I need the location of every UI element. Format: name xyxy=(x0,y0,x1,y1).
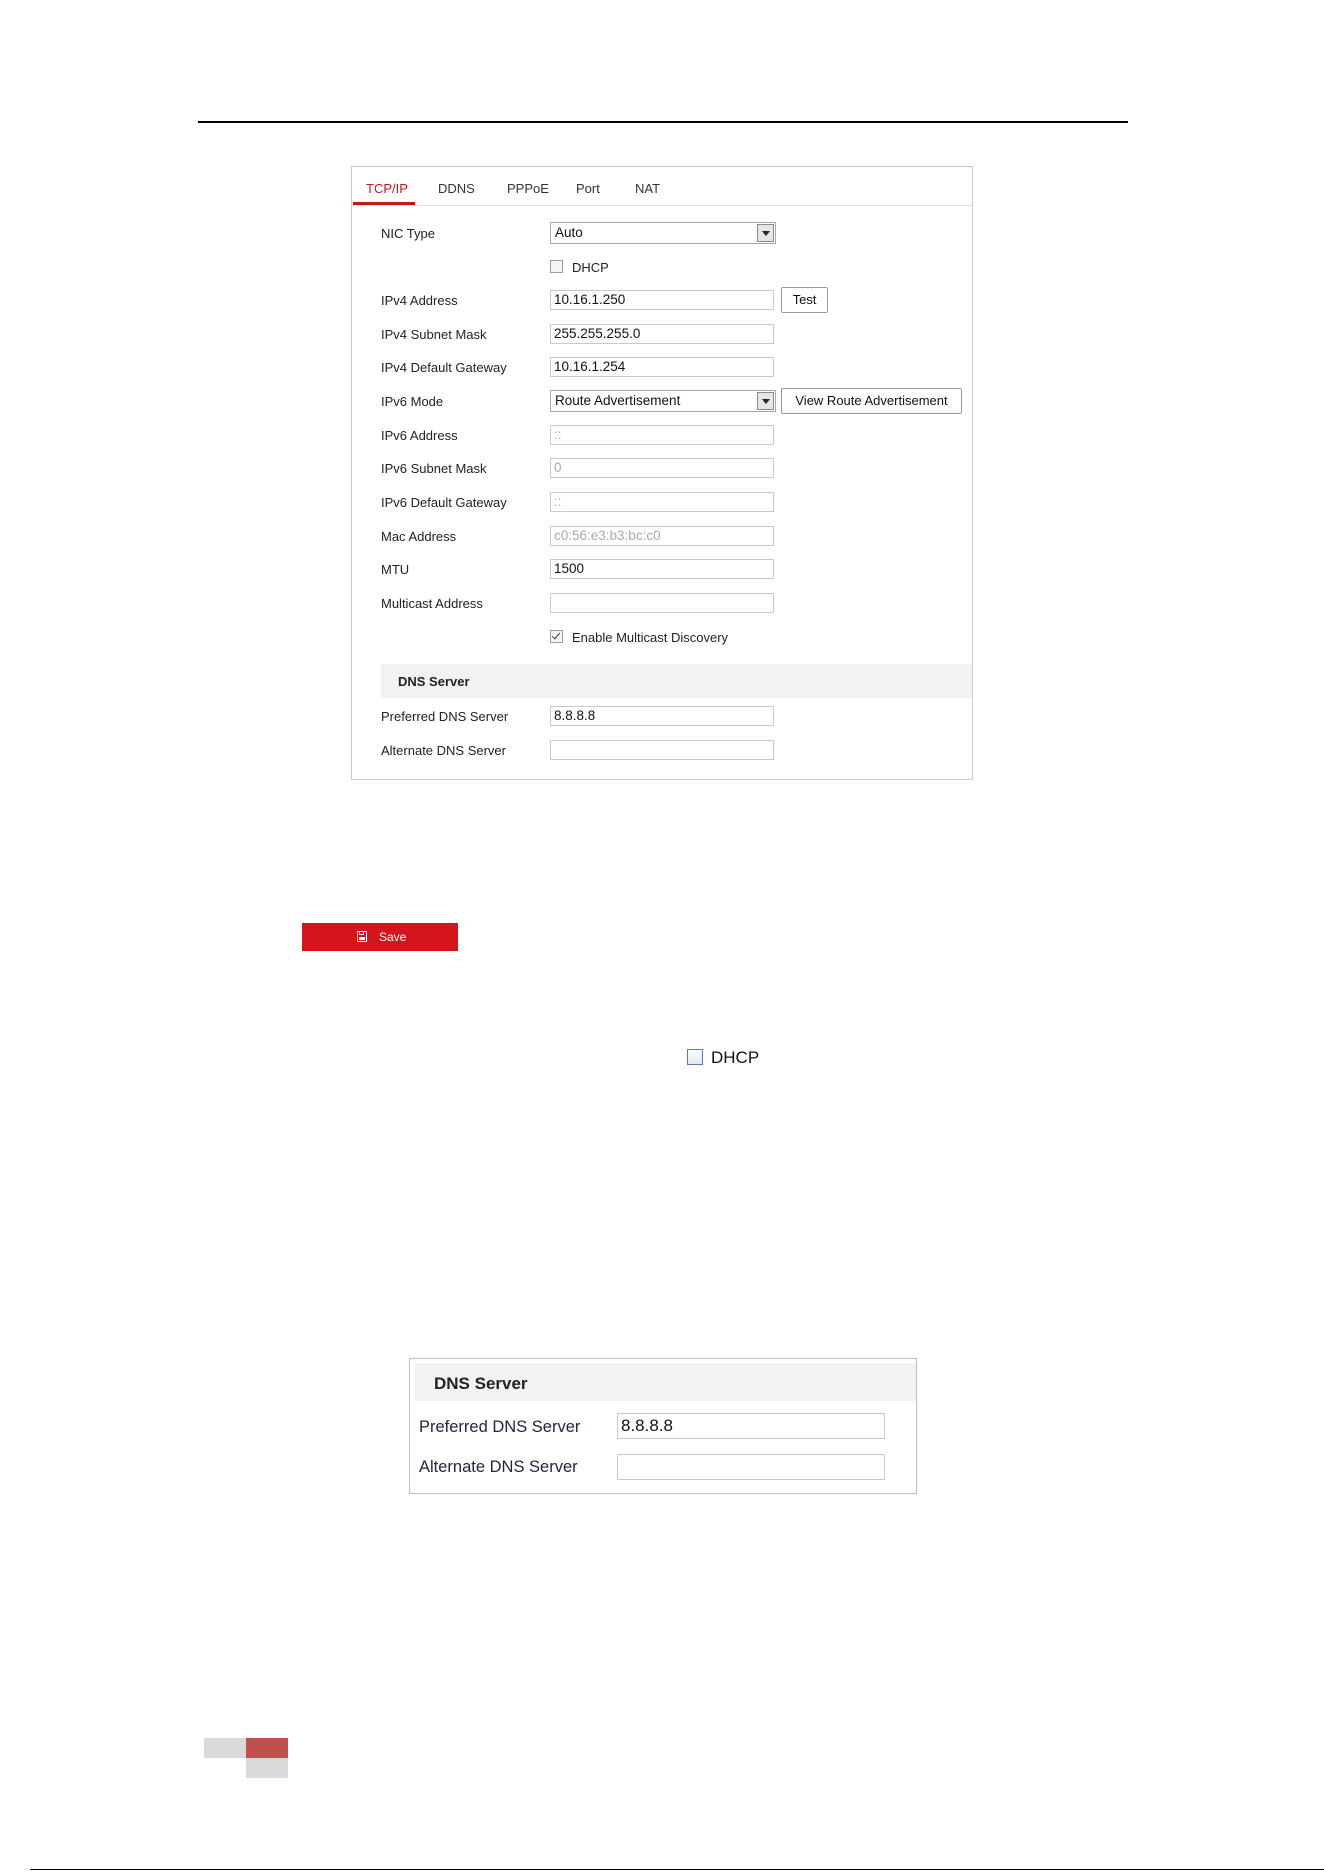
multicast-discovery-checkbox[interactable] xyxy=(550,630,563,643)
nic-type-label: NIC Type xyxy=(381,226,435,241)
ipv4-subnet-field[interactable]: 255.255.255.0 xyxy=(550,324,774,344)
tab-tcpip[interactable]: TCP/IP xyxy=(366,181,408,196)
dhcp-checkbox-illustration[interactable]: DHCP xyxy=(687,1048,759,1068)
preferred-dns-field[interactable]: 8.8.8.8 xyxy=(550,706,774,726)
dhcp-checkbox-row[interactable]: DHCP xyxy=(550,260,609,275)
footer-block-grey-lower xyxy=(246,1758,288,1778)
multicast-address-label: Multicast Address xyxy=(381,596,483,611)
multicast-address-field[interactable] xyxy=(550,593,774,613)
ipv4-address-field[interactable]: 10.16.1.250 xyxy=(550,290,774,310)
network-settings-panel: TCP/IP DDNS PPPoE Port NAT NIC Type Auto… xyxy=(351,166,973,780)
ipv4-subnet-label: IPv4 Subnet Mask xyxy=(381,327,487,342)
dns-preferred-label: Preferred DNS Server xyxy=(419,1418,581,1436)
chevron-down-icon[interactable] xyxy=(757,224,774,242)
active-tab-indicator xyxy=(353,202,415,205)
mac-address-label: Mac Address xyxy=(381,529,457,544)
ipv6-subnet-field[interactable]: 0 xyxy=(550,458,774,478)
multicast-discovery-row[interactable]: Enable Multicast Discovery xyxy=(550,630,728,645)
dhcp-checkbox-large[interactable] xyxy=(687,1049,703,1065)
save-label: Save xyxy=(379,930,407,944)
nic-type-value: Auto xyxy=(555,225,583,240)
dns-section-title: DNS Server xyxy=(398,674,470,689)
dns-alternate-label: Alternate DNS Server xyxy=(419,1458,578,1476)
ipv6-mode-value: Route Advertisement xyxy=(555,393,681,408)
preferred-dns-label: Preferred DNS Server xyxy=(381,709,509,724)
view-route-advertisement-button[interactable]: View Route Advertisement xyxy=(781,388,962,414)
dns-server-panel: DNS Server Preferred DNS Server 8.8.8.8 … xyxy=(409,1358,917,1494)
ipv6-mode-label: IPv6 Mode xyxy=(381,394,444,409)
ipv6-mode-select[interactable]: Route Advertisement xyxy=(550,390,776,412)
footer-block-grey xyxy=(204,1738,246,1758)
footer-block-red xyxy=(246,1738,288,1758)
footer-rule xyxy=(30,1869,1324,1870)
dhcp-label-large: DHCP xyxy=(711,1048,760,1067)
alternate-dns-field[interactable] xyxy=(550,740,774,760)
dhcp-label: DHCP xyxy=(572,260,609,275)
mac-address-field: c0:56:e3:b3:bc:c0 xyxy=(550,526,774,546)
chevron-down-icon[interactable] xyxy=(757,392,774,410)
dns-alternate-field[interactable] xyxy=(617,1454,885,1480)
dns-section-header: DNS Server xyxy=(381,664,972,698)
dns-panel-header: DNS Server xyxy=(415,1363,916,1401)
test-button[interactable]: Test xyxy=(781,287,828,313)
tab-port[interactable]: Port xyxy=(576,181,600,196)
tab-ddns[interactable]: DDNS xyxy=(438,181,475,196)
alternate-dns-label: Alternate DNS Server xyxy=(381,743,506,758)
tab-pppoe[interactable]: PPPoE xyxy=(507,181,549,196)
ipv6-subnet-label: IPv6 Subnet Mask xyxy=(381,461,487,476)
ipv6-gateway-field[interactable]: :: xyxy=(550,492,774,512)
header-rule xyxy=(198,121,1128,123)
tab-nat[interactable]: NAT xyxy=(635,181,660,196)
ipv4-gateway-field[interactable]: 10.16.1.254 xyxy=(550,357,774,377)
nic-type-select[interactable]: Auto xyxy=(550,222,776,244)
dns-panel-title: DNS Server xyxy=(434,1374,528,1393)
ipv6-address-label: IPv6 Address xyxy=(381,428,458,443)
mtu-label: MTU xyxy=(381,562,410,577)
ipv4-address-label: IPv4 Address xyxy=(381,293,458,308)
save-button[interactable]: Save xyxy=(302,923,458,951)
save-icon xyxy=(357,931,367,942)
mtu-field[interactable]: 1500 xyxy=(550,559,774,579)
ipv6-gateway-label: IPv6 Default Gateway xyxy=(381,495,507,510)
dns-preferred-field[interactable]: 8.8.8.8 xyxy=(617,1413,885,1439)
multicast-discovery-label: Enable Multicast Discovery xyxy=(572,630,729,645)
tab-bar: TCP/IP DDNS PPPoE Port NAT xyxy=(352,167,972,206)
dhcp-checkbox[interactable] xyxy=(550,260,563,273)
ipv4-gateway-label: IPv4 Default Gateway xyxy=(381,360,507,375)
ipv6-address-field[interactable]: :: xyxy=(550,425,774,445)
